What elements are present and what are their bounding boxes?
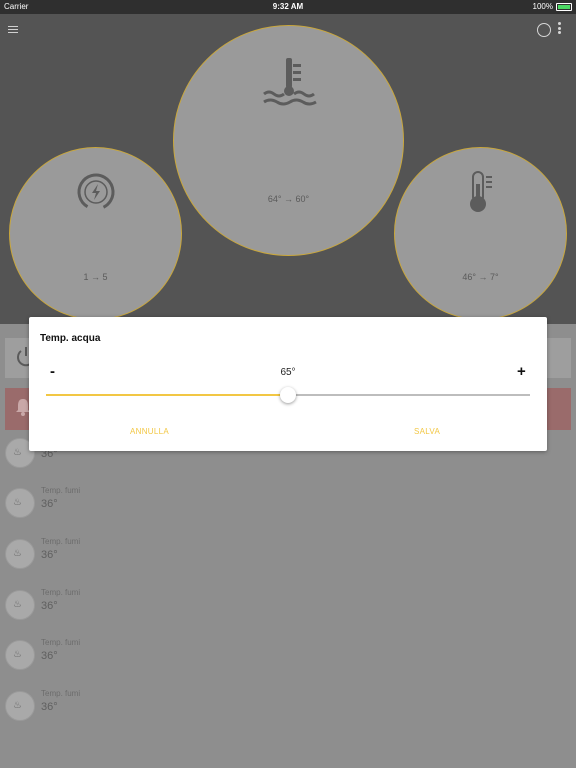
slider-value: 65° [280,367,296,378]
list-item-label: Temp. fumi [41,537,81,546]
list-item-value: 36° [41,498,58,510]
slider-thumb[interactable] [280,387,296,403]
list-item-label: Temp. fumi [41,588,81,597]
list-item-label: Temp. fumi [41,638,81,647]
increase-button[interactable]: + [517,363,526,380]
list-item-label: Temp. fumi [41,689,81,698]
flue-sensor-icon: ♨ [5,590,35,620]
list-item[interactable]: ♨ Temp. fumi 36° [5,689,305,729]
gauge-external-temperature[interactable]: 46° → 7° [394,147,567,320]
list-item-value: 36° [41,549,58,561]
flue-sensor-icon: ♨ [5,488,35,518]
list-item-value: 36° [41,701,58,713]
more-options-icon[interactable] [558,22,562,36]
edit-temperature-dialog: Temp. acqua - 65° + ANNULLA SALVA [29,317,547,451]
thermometer-icon [470,171,492,212]
temperature-slider[interactable] [46,387,530,403]
list-item-value: 36° [41,650,58,662]
flue-sensor-icon: ♨ [5,691,35,721]
save-button[interactable]: SALVA [414,427,440,436]
menu-icon[interactable] [8,26,18,34]
list-item-value: 36° [41,600,58,612]
cancel-button[interactable]: ANNULLA [130,427,169,436]
flue-sensor-icon: ♨ [5,539,35,569]
gauge-water-temperature[interactable]: 64° → 60° [173,25,404,256]
battery-percent: 100% [532,2,553,11]
power-gauge-icon [77,173,115,211]
battery-icon [556,2,572,11]
water-temperature-icon [263,58,317,106]
list-item[interactable]: ♨ Temp. fumi 36° [5,638,305,678]
list-item[interactable]: ♨ Temp. fumi 36° [5,537,305,577]
clock: 9:32 AM [272,2,304,11]
gauge-range: 46° → 7° [462,272,499,282]
brand-logo-icon[interactable] [537,23,551,37]
status-bar: Carrier 9:32 AM 100% [0,0,576,14]
list-item[interactable]: ♨ Temp. fumi 36° [5,588,305,628]
flue-sensor-icon: ♨ [5,640,35,670]
gauge-power[interactable]: 1 → 5 [9,147,182,320]
battery-indicator: 100% [533,2,572,11]
dialog-title: Temp. acqua [40,333,101,344]
list-item[interactable]: ♨ Temp. fumi 36° [5,486,305,526]
gauge-range: 1 → 5 [83,272,108,282]
gauge-range: 64° → 60° [267,194,310,204]
slider-fill [46,394,288,396]
list-item-label: Temp. fumi [41,486,81,495]
